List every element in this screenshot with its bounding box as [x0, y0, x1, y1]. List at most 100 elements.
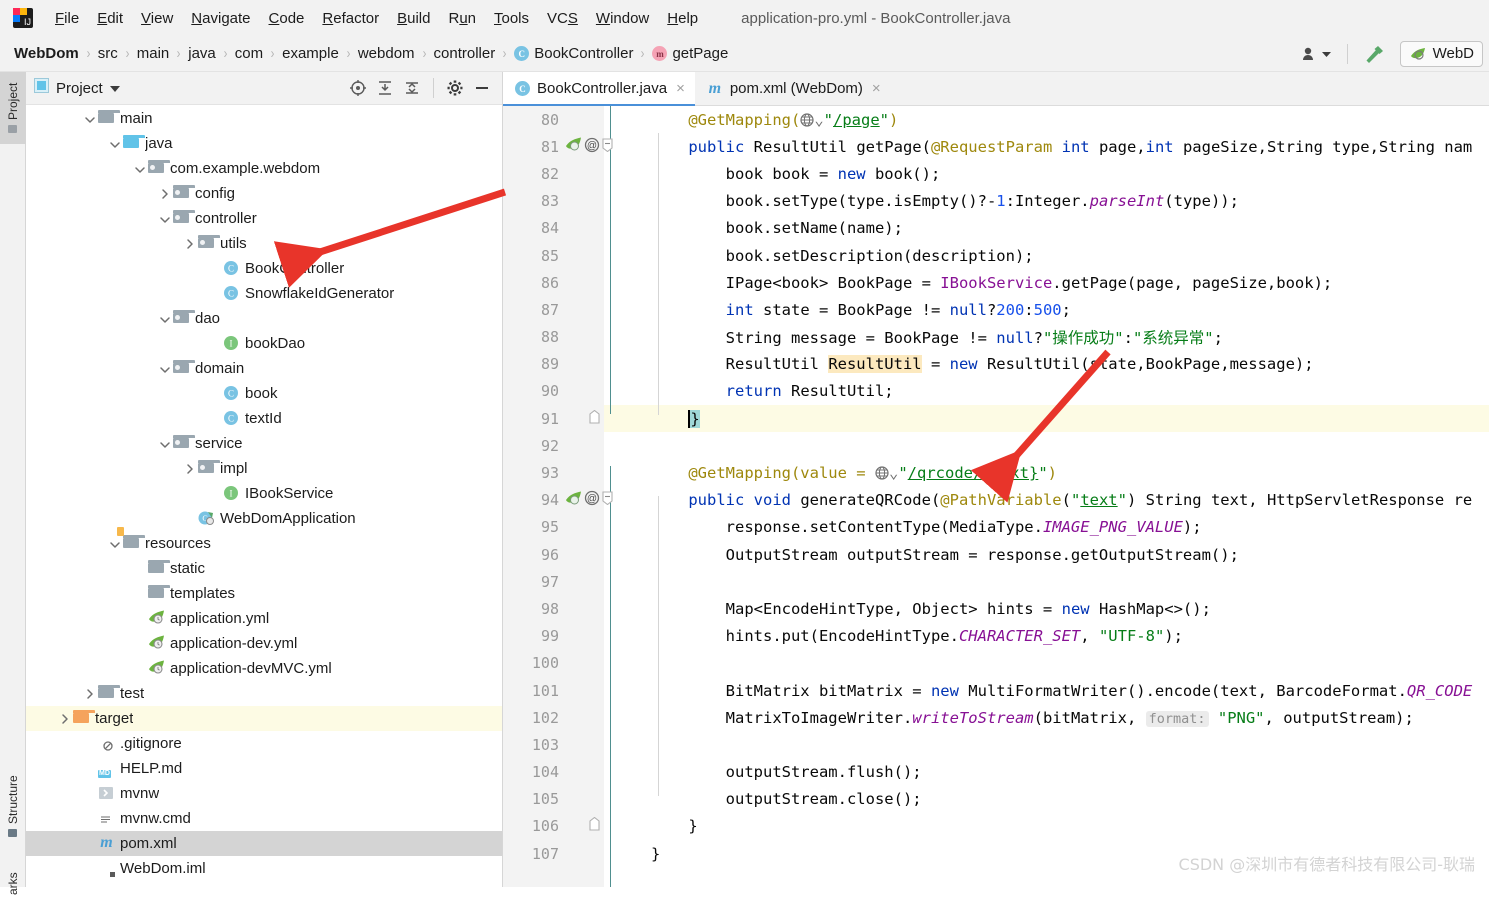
breadcrumb-item-controller[interactable]: controller [434, 45, 496, 62]
tree-node-dao[interactable]: dao [26, 306, 502, 331]
code-text[interactable]: @GetMapping(⌄"/page") [604, 111, 898, 129]
annotation-gutter-icon[interactable]: @ [584, 137, 600, 157]
menu-view[interactable]: View [132, 8, 182, 29]
locate-icon[interactable] [346, 76, 370, 100]
code-lines[interactable]: 80 @GetMapping(⌄"/page")81@ public Resul… [503, 106, 1489, 867]
code-text[interactable]: BitMatrix bitMatrix = new MultiFormatWri… [604, 682, 1472, 700]
menu-window[interactable]: Window [587, 8, 658, 29]
breadcrumb-item-webdom[interactable]: WebDom [14, 45, 79, 62]
code-text[interactable]: Map<EncodeHintType, Object> hints = new … [604, 600, 1211, 618]
code-line[interactable]: 97 [503, 568, 1489, 595]
tree-node-webdom-iml[interactable]: WebDom.iml [26, 856, 502, 881]
build-hammer-icon[interactable] [1354, 43, 1396, 65]
tree-node-gitignore[interactable]: .gitignore [26, 731, 502, 756]
code-line[interactable]: 85 book.setDescription(description); [503, 242, 1489, 269]
tree-node-controller[interactable]: controller [26, 206, 502, 231]
code-line[interactable]: 101 BitMatrix bitMatrix = new MultiForma… [503, 677, 1489, 704]
sidebar-item-project[interactable]: Project [0, 72, 26, 144]
code-editor[interactable]: 80 @GetMapping(⌄"/page")81@ public Resul… [503, 106, 1489, 887]
breadcrumb-item-src[interactable]: src [98, 45, 118, 62]
annotation-gutter-icon[interactable]: @ [584, 490, 600, 510]
menu-navigate[interactable]: Navigate [182, 8, 259, 29]
tree-node-templates[interactable]: templates [26, 581, 502, 606]
chevron-down-icon[interactable] [107, 136, 123, 152]
code-line[interactable]: 91 } [503, 405, 1489, 432]
code-line[interactable]: 86 IPage<book> BookPage = IBookService.g… [503, 269, 1489, 296]
tree-node-pom-xml[interactable]: mpom.xml [26, 831, 502, 856]
code-line[interactable]: 102 MatrixToImageWriter.writeToStream(bi… [503, 704, 1489, 731]
chevron-down-icon[interactable] [157, 311, 173, 327]
breadcrumb-item-main[interactable]: main [137, 45, 170, 62]
code-text[interactable]: book book = new book(); [604, 165, 940, 183]
breadcrumb-item-webdom-pkg[interactable]: webdom [358, 45, 415, 62]
tab-bookcontroller-java[interactable]: C BookController.java × [503, 72, 695, 105]
chevron-down-icon[interactable] [157, 211, 173, 227]
breadcrumb-item-getpage[interactable]: m getPage [652, 45, 728, 62]
sidebar-item-structure[interactable]: Structure [0, 764, 26, 849]
code-text[interactable]: int state = BookPage != null?200:500; [604, 301, 1071, 319]
chevron-down-icon[interactable] [132, 161, 148, 177]
code-text[interactable]: } [604, 817, 698, 835]
chevron-down-icon[interactable] [157, 361, 173, 377]
menu-build[interactable]: Build [388, 8, 439, 29]
code-text[interactable]: public void generateQRCode(@PathVariable… [604, 491, 1472, 509]
menu-file[interactable]: File [46, 8, 88, 29]
breadcrumb-item-com[interactable]: com [235, 45, 263, 62]
code-line[interactable]: 82 book book = new book(); [503, 160, 1489, 187]
code-line[interactable]: 103 [503, 731, 1489, 758]
tree-node-java[interactable]: java [26, 131, 502, 156]
menu-code[interactable]: Code [260, 8, 314, 29]
sidebar-item-bookmarks[interactable]: arks [0, 854, 26, 914]
tree-node-snowflakeidgenerator[interactable]: CSnowflakeIdGenerator [26, 281, 502, 306]
code-line[interactable]: 105 outputStream.close(); [503, 786, 1489, 813]
chevron-down-icon[interactable]: ⌄ [889, 464, 898, 482]
tree-node-application-devmvc-yml[interactable]: application-devMVC.yml [26, 656, 502, 681]
tree-node-textid[interactable]: CtextId [26, 406, 502, 431]
chevron-right-icon[interactable] [57, 711, 73, 727]
code-line[interactable]: 94@ public void generateQRCode(@PathVari… [503, 487, 1489, 514]
project-tree[interactable]: mainjavacom.example.webdomconfigcontroll… [26, 106, 502, 887]
code-line[interactable]: 87 int state = BookPage != null?200:500; [503, 296, 1489, 323]
spring-bean-gutter-icon[interactable] [565, 490, 582, 511]
chevron-right-icon[interactable] [182, 236, 198, 252]
code-line[interactable]: 80 @GetMapping(⌄"/page") [503, 106, 1489, 133]
breadcrumb-item-java[interactable]: java [188, 45, 216, 62]
code-line[interactable]: 96 OutputStream outputStream = response.… [503, 541, 1489, 568]
hide-panel-icon[interactable] [470, 76, 494, 100]
code-line[interactable]: 98 Map<EncodeHintType, Object> hints = n… [503, 595, 1489, 622]
code-text[interactable]: book.setName(name); [604, 219, 903, 237]
code-text[interactable]: outputStream.close(); [604, 790, 922, 808]
code-line[interactable]: 93 @GetMapping(value = ⌄"/qrcode/{text}"… [503, 459, 1489, 486]
code-line[interactable]: 84 book.setName(name); [503, 215, 1489, 242]
code-line[interactable]: 100 [503, 650, 1489, 677]
code-text[interactable]: public ResultUtil getPage(@RequestParam … [604, 138, 1472, 156]
code-text[interactable]: OutputStream outputStream = response.get… [604, 546, 1239, 564]
chevron-right-icon[interactable] [182, 461, 198, 477]
menu-help[interactable]: Help [658, 8, 707, 29]
code-line[interactable]: 95 response.setContentType(MediaType.IMA… [503, 514, 1489, 541]
close-icon[interactable]: × [676, 80, 685, 97]
code-text[interactable]: return ResultUtil; [604, 382, 894, 400]
menu-tools[interactable]: Tools [485, 8, 538, 29]
fold-end-icon[interactable] [589, 410, 600, 428]
menu-edit[interactable]: Edit [88, 8, 132, 29]
expand-all-icon[interactable] [373, 76, 397, 100]
chevron-right-icon[interactable] [82, 686, 98, 702]
tree-node-main[interactable]: main [26, 106, 502, 131]
code-text[interactable]: outputStream.flush(); [604, 763, 922, 781]
tree-node-ibookservice[interactable]: IIBookService [26, 481, 502, 506]
code-text[interactable]: String message = BookPage != null?"操作成功"… [604, 326, 1223, 348]
tab-pom-xml[interactable]: m pom.xml (WebDom) × [695, 72, 891, 105]
gutter-icons[interactable] [563, 410, 604, 428]
collapse-all-icon[interactable] [400, 76, 424, 100]
gutter-icons[interactable]: @ [563, 490, 604, 511]
code-text[interactable]: } [604, 845, 660, 863]
code-text[interactable]: book.setDescription(description); [604, 247, 1034, 265]
code-text[interactable]: @GetMapping(value = ⌄"/qrcode/{text}") [604, 464, 1057, 482]
spring-bean-gutter-icon[interactable] [565, 136, 582, 157]
tree-node-utils[interactable]: utils [26, 231, 502, 256]
code-line[interactable]: 89 ResultUtil ResultUtil = new ResultUti… [503, 351, 1489, 378]
gutter-icons[interactable] [563, 817, 604, 835]
tree-node-book[interactable]: Cbook [26, 381, 502, 406]
code-text[interactable]: response.setContentType(MediaType.IMAGE_… [604, 518, 1202, 536]
